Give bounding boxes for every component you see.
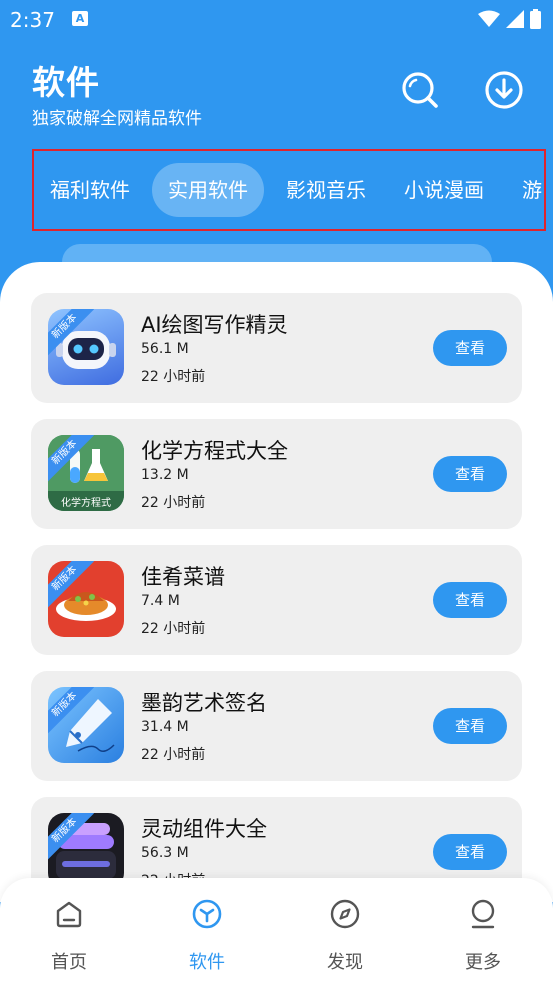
- app-updated-time: 22 小时前: [141, 495, 206, 511]
- app-icon-chemistry: 化学方程式 新版本: [48, 435, 124, 511]
- search-icon: [402, 72, 438, 108]
- nav-label: 首页: [51, 952, 87, 973]
- bottom-navigation: 首页 软件 发现 更多: [0, 878, 553, 984]
- nav-label: 发现: [327, 952, 363, 973]
- category-tabs-highlight: 福利软件 实用软件 影视音乐 小说漫画 游: [32, 149, 546, 231]
- app-size: 13.2 M: [141, 467, 189, 483]
- app-name: 墨韵艺术签名: [141, 691, 267, 715]
- app-card[interactable]: 新版本 墨韵艺术签名 31.4 M 22 小时前 查看: [31, 671, 522, 781]
- search-button[interactable]: [400, 70, 440, 110]
- nav-label: 更多: [465, 952, 501, 973]
- app-icon-pen: 新版本: [48, 687, 124, 763]
- view-button[interactable]: 查看: [433, 708, 507, 744]
- status-time: 2:37: [10, 8, 55, 32]
- app-card[interactable]: 化学方程式 新版本 化学方程式大全 13.2 M 22 小时前 查看: [31, 419, 522, 529]
- notification-icon: A: [72, 11, 88, 26]
- app-updated-time: 22 小时前: [141, 369, 206, 385]
- tab-utility-software[interactable]: 实用软件: [152, 163, 264, 217]
- nav-more[interactable]: 更多: [414, 878, 552, 984]
- home-icon: [56, 901, 82, 928]
- app-size: 56.3 M: [141, 845, 189, 861]
- user-icon: [471, 899, 495, 929]
- signal-icon: [506, 10, 524, 28]
- status-icons: [478, 9, 541, 29]
- status-bar: 2:37 A: [0, 0, 553, 38]
- app-icon-recipe: 新版本: [48, 561, 124, 637]
- page-title: 软件: [32, 63, 100, 102]
- app-name: 化学方程式大全: [141, 439, 288, 463]
- app-name: 灵动组件大全: [141, 817, 267, 841]
- battery-icon: [530, 9, 541, 29]
- tab-novel-comic[interactable]: 小说漫画: [388, 163, 500, 217]
- nav-discover[interactable]: 发现: [276, 878, 414, 984]
- tab-games[interactable]: 游: [506, 163, 544, 217]
- nav-label: 软件: [189, 952, 225, 973]
- app-list: 新版本 AI绘图写作精灵 56.1 M 22 小时前 查看 化学方程式 新版本 …: [0, 262, 553, 902]
- app-size: 56.1 M: [141, 341, 189, 357]
- page-subtitle: 独家破解全网精品软件: [32, 109, 202, 129]
- compass-icon: [330, 899, 360, 929]
- view-button[interactable]: 查看: [433, 582, 507, 618]
- app-size: 31.4 M: [141, 719, 189, 735]
- tab-welfare-software[interactable]: 福利软件: [34, 163, 146, 217]
- view-button[interactable]: 查看: [433, 456, 507, 492]
- cube-icon: [192, 899, 222, 929]
- view-button[interactable]: 查看: [433, 330, 507, 366]
- view-button[interactable]: 查看: [433, 834, 507, 870]
- category-tabs: 福利软件 实用软件 影视音乐 小说漫画 游: [34, 151, 544, 229]
- download-button[interactable]: [484, 70, 524, 110]
- app-updated-time: 22 小时前: [141, 621, 206, 637]
- app-name: 佳肴菜谱: [141, 565, 225, 589]
- app-icon-robot: 新版本: [48, 309, 124, 385]
- app-size: 7.4 M: [141, 593, 180, 609]
- wifi-icon: [478, 10, 500, 27]
- tab-video-music[interactable]: 影视音乐: [270, 163, 382, 217]
- nav-home[interactable]: 首页: [0, 878, 138, 984]
- app-name: AI绘图写作精灵: [141, 313, 288, 337]
- app-updated-time: 22 小时前: [141, 747, 206, 763]
- app-icon-caption: 化学方程式: [61, 498, 111, 509]
- download-icon: [485, 71, 523, 109]
- app-card[interactable]: 新版本 AI绘图写作精灵 56.1 M 22 小时前 查看: [31, 293, 522, 403]
- nav-software[interactable]: 软件: [138, 878, 276, 984]
- app-card[interactable]: 新版本 佳肴菜谱 7.4 M 22 小时前 查看: [31, 545, 522, 655]
